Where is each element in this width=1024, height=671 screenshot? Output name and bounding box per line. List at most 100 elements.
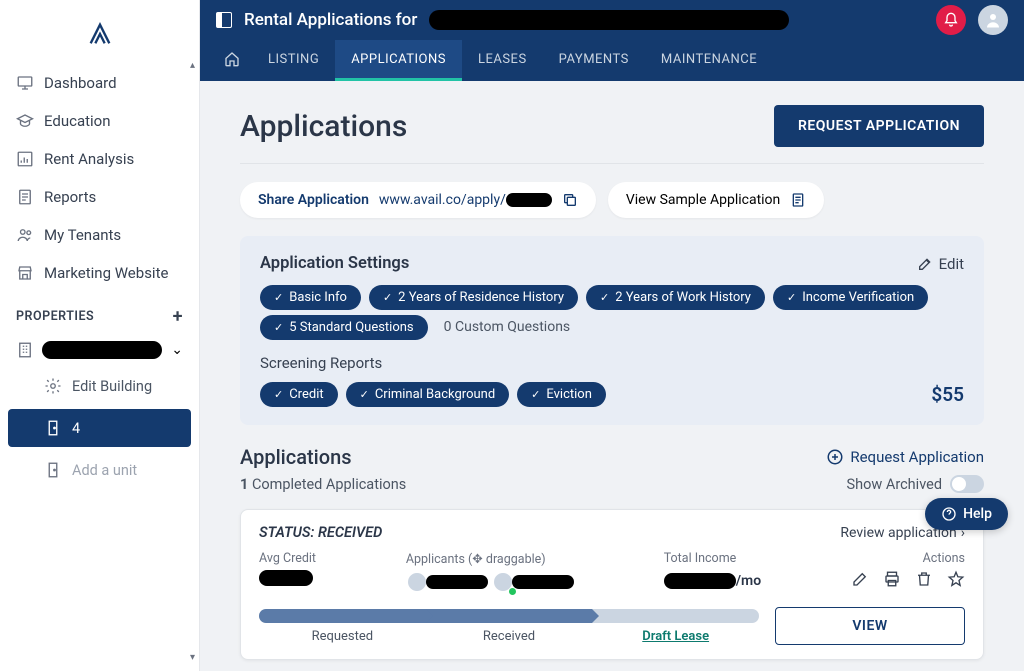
total-income-column: Total Income /mo [664, 551, 761, 589]
pill-residence-history: ✓2 Years of Residence History [369, 285, 578, 310]
sidebar-item-dashboard[interactable]: Dashboard [0, 64, 199, 102]
page-title: Rental Applications for [244, 10, 417, 30]
monitor-icon [16, 74, 34, 92]
sidebar-item-rent-analysis[interactable]: Rent Analysis [0, 140, 199, 178]
document-icon [790, 192, 806, 208]
completed-applications-count: 1 Completed Applications [240, 476, 406, 493]
scroll-down-icon[interactable]: ▾ [190, 652, 195, 663]
document-icon [16, 188, 34, 206]
section-heading: Applications [240, 109, 407, 144]
tab-leases[interactable]: LEASES [462, 40, 543, 81]
sidebar-item-add-unit[interactable]: Add a unit [0, 451, 199, 489]
share-application-card: Share Application www.avail.co/apply/ [240, 182, 596, 218]
tab-payments[interactable]: PAYMENTS [543, 40, 645, 81]
application-settings-card: Application Settings Edit ✓Basic Info ✓2… [240, 236, 984, 425]
share-label: Share Application [258, 192, 369, 208]
properties-header: PROPERTIES + [0, 292, 199, 333]
pill-criminal: ✓Criminal Background [346, 382, 510, 407]
logo [0, 8, 199, 64]
property-item[interactable]: ⌄ [0, 333, 199, 367]
sidebar-label: Edit Building [72, 378, 152, 395]
tab-home[interactable] [216, 40, 252, 81]
scroll-up-icon[interactable]: ▴ [190, 60, 195, 71]
pill-eviction: ✓Eviction [517, 382, 606, 407]
sidebar-label: Rent Analysis [44, 150, 134, 168]
star-icon[interactable] [947, 570, 965, 588]
sidebar: ▴ Dashboard Education Rent Analysis Repo… [0, 0, 200, 671]
pencil-icon [917, 256, 933, 272]
sidebar-label: Dashboard [44, 74, 117, 92]
building-icon [16, 341, 34, 359]
sidebar-label: 4 [72, 420, 80, 437]
url-redacted [506, 193, 552, 207]
sidebar-item-tenants[interactable]: My Tenants [0, 216, 199, 254]
sidebar-label: Marketing Website [44, 264, 168, 282]
request-application-link[interactable]: Request Application [826, 448, 984, 466]
content: Applications REQUEST APPLICATION Share A… [200, 81, 1024, 671]
view-button[interactable]: VIEW [775, 607, 965, 645]
stage-draft-lease [592, 609, 759, 623]
applicant-name-redacted [426, 575, 488, 589]
screening Reports-subheading: Screening Reports [260, 354, 964, 372]
share-url: www.avail.co/apply/ [379, 192, 552, 208]
view-sample-card[interactable]: View Sample Application [608, 182, 824, 218]
bell-icon [943, 12, 959, 28]
tab-listing[interactable]: LISTING [252, 40, 335, 81]
actions-column: Actions [851, 551, 965, 588]
status-label: STATUS: RECEIVED [259, 524, 382, 541]
pill-credit: ✓Credit [260, 382, 338, 407]
show-archived-toggle[interactable]: Show Archived [847, 475, 985, 493]
print-icon[interactable] [883, 570, 901, 588]
view-sample-label: View Sample Application [626, 192, 780, 208]
stage-label: Received [426, 629, 593, 644]
applications-subheading: Applications [240, 445, 352, 469]
pill-work-history: ✓2 Years of Work History [586, 285, 765, 310]
help-icon [941, 506, 957, 522]
sidebar-item-reports[interactable]: Reports [0, 178, 199, 216]
tabs: LISTING APPLICATIONS LEASES PAYMENTS MAI… [200, 40, 1024, 81]
request-application-button[interactable]: REQUEST APPLICATION [774, 105, 984, 147]
sidebar-item-unit-4[interactable]: 4 [8, 409, 191, 447]
toggle-switch[interactable] [950, 475, 984, 493]
sidebar-item-education[interactable]: Education [0, 102, 199, 140]
pill-standard-questions: ✓5 Standard Questions [260, 315, 428, 340]
panel-toggle-icon[interactable] [216, 12, 232, 28]
help-button[interactable]: Help [925, 498, 1008, 530]
applicant-avatar[interactable] [406, 571, 428, 593]
sidebar-label: Add a unit [72, 462, 137, 479]
income-redacted [664, 573, 736, 589]
plus-circle-icon [826, 448, 844, 466]
graduation-cap-icon [16, 112, 34, 130]
edit-settings-link[interactable]: Edit [917, 255, 964, 273]
tab-maintenance[interactable]: MAINTENANCE [645, 40, 773, 81]
progress-bar: Requested Received Draft Lease [259, 609, 759, 644]
copy-icon[interactable] [562, 192, 578, 208]
sidebar-item-edit-building[interactable]: Edit Building [0, 367, 199, 405]
chevron-down-icon[interactable]: ⌄ [171, 342, 183, 358]
door-icon [44, 461, 62, 479]
chart-icon [16, 150, 34, 168]
stage-requested [259, 609, 426, 623]
avg-credit-column: Avg Credit [259, 551, 316, 586]
application-card: STATUS: RECEIVED Review application › Av… [240, 509, 984, 660]
user-icon [984, 11, 1002, 29]
home-icon [224, 51, 240, 67]
tab-applications[interactable]: APPLICATIONS [335, 40, 462, 81]
notifications-button[interactable] [936, 5, 966, 35]
title-redacted [429, 10, 789, 30]
edit-icon[interactable] [851, 570, 869, 588]
add-property-icon[interactable]: + [173, 306, 183, 327]
main: Rental Applications for LISTING APPLICAT… [200, 0, 1024, 671]
sidebar-label: Education [44, 112, 111, 130]
trash-icon[interactable] [915, 570, 933, 588]
stage-label-draft[interactable]: Draft Lease [592, 629, 759, 644]
stage-received [426, 609, 593, 623]
screening-price: $55 [931, 383, 964, 406]
user-avatar[interactable] [978, 5, 1008, 35]
sidebar-item-marketing[interactable]: Marketing Website [0, 254, 199, 292]
applicant-name-redacted [512, 575, 574, 589]
applicant-avatar[interactable] [492, 571, 514, 593]
property-name-redacted [42, 341, 162, 359]
applicants-column: Applicants (✥ draggable) [406, 551, 574, 593]
storefront-icon [16, 264, 34, 282]
